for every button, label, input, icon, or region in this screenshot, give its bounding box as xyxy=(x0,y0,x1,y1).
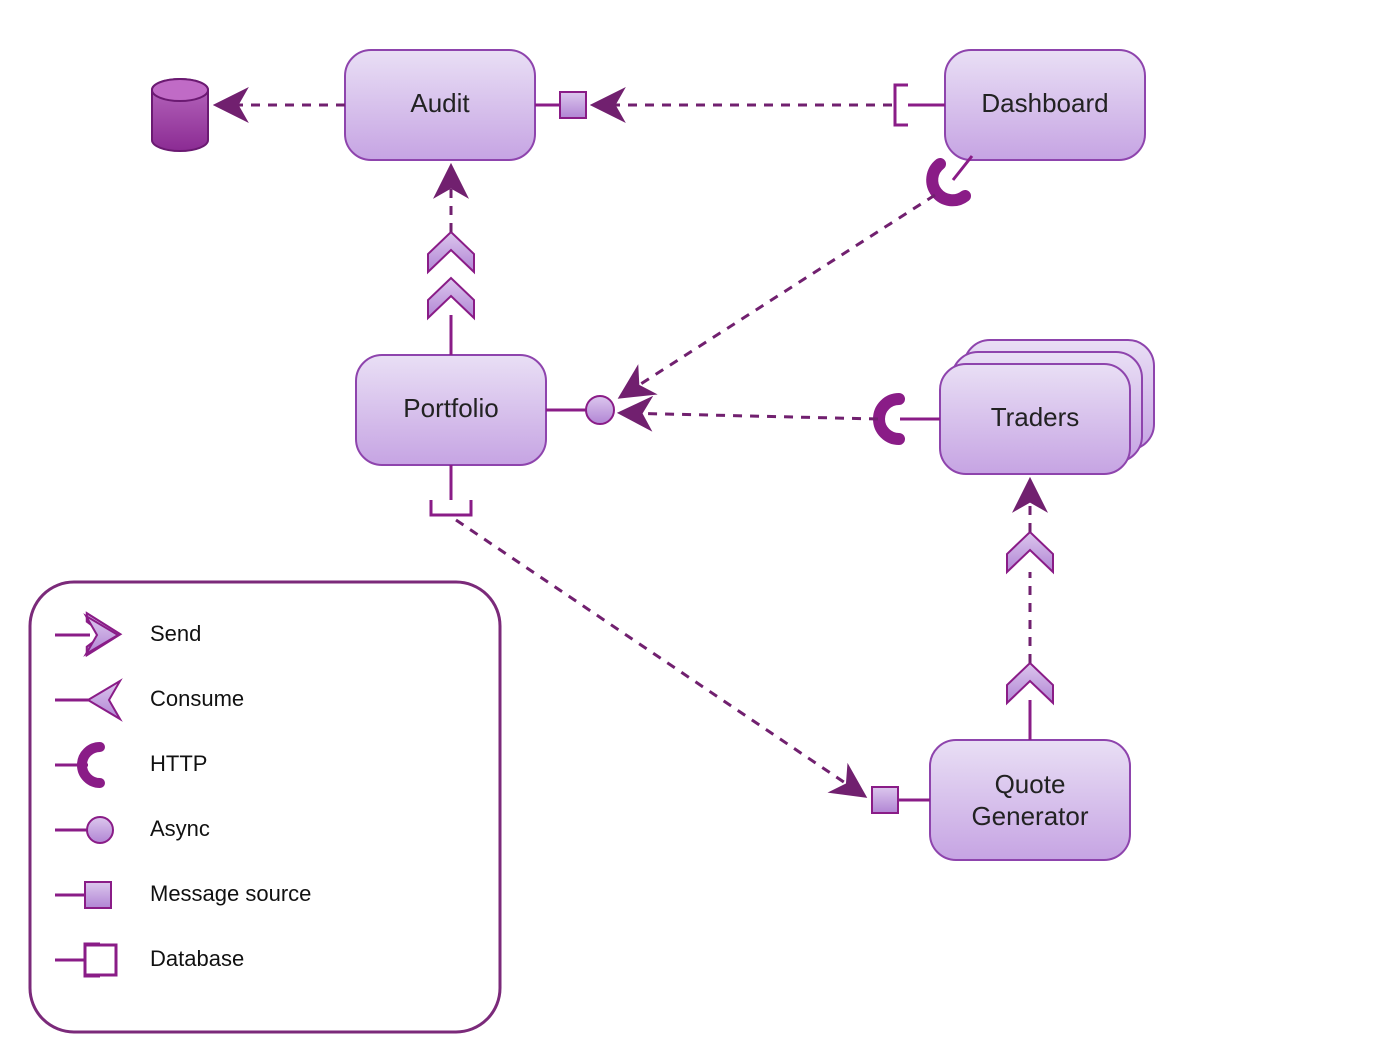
label-traders: Traders xyxy=(991,402,1080,432)
port-traders-http xyxy=(879,399,940,439)
legend-label-message-source: Message source xyxy=(150,881,311,906)
legend-row-send: Send xyxy=(55,613,201,655)
legend-label-http: HTTP xyxy=(150,751,207,776)
port-dashboard-database xyxy=(895,85,945,125)
port-audit-message-source xyxy=(535,92,586,118)
port-dashboard-http xyxy=(932,156,972,200)
edge-quotegen-to-traders xyxy=(1007,482,1053,740)
edge-portfolio-to-quotegen xyxy=(456,520,863,795)
label-portfolio: Portfolio xyxy=(403,393,498,423)
label-dashboard: Dashboard xyxy=(981,88,1108,118)
node-dashboard: Dashboard xyxy=(945,50,1145,160)
port-quotegen-message-source xyxy=(872,787,930,813)
edge-portfolio-to-audit xyxy=(428,168,474,355)
legend-row-message-source: Message source xyxy=(55,881,311,908)
label-quote-generator-2: Generator xyxy=(971,801,1088,831)
node-portfolio: Portfolio xyxy=(356,355,546,465)
label-audit: Audit xyxy=(410,88,470,118)
legend: Send Consume HTTP Async Message source xyxy=(30,582,500,1032)
node-traders: Traders xyxy=(940,340,1154,474)
node-quote-generator: Quote Generator xyxy=(930,740,1130,860)
architecture-diagram: Audit Dashboard Portfolio Traders Quote … xyxy=(0,0,1385,1062)
label-quote-generator-1: Quote xyxy=(995,769,1066,799)
legend-row-http: HTTP xyxy=(55,747,207,783)
legend-row-consume: Consume xyxy=(55,681,244,719)
port-portfolio-async xyxy=(546,396,614,424)
edge-traders-to-portfolio xyxy=(622,413,878,419)
db-icon xyxy=(152,79,208,151)
legend-label-database: Database xyxy=(150,946,244,971)
legend-label-send: Send xyxy=(150,621,201,646)
node-audit: Audit xyxy=(345,50,535,160)
legend-row-database: Database xyxy=(55,944,244,976)
legend-label-async: Async xyxy=(150,816,210,841)
edge-dashboard-to-portfolio xyxy=(622,195,935,396)
legend-label-consume: Consume xyxy=(150,686,244,711)
legend-row-async: Async xyxy=(55,816,210,843)
port-portfolio-database xyxy=(431,465,471,515)
